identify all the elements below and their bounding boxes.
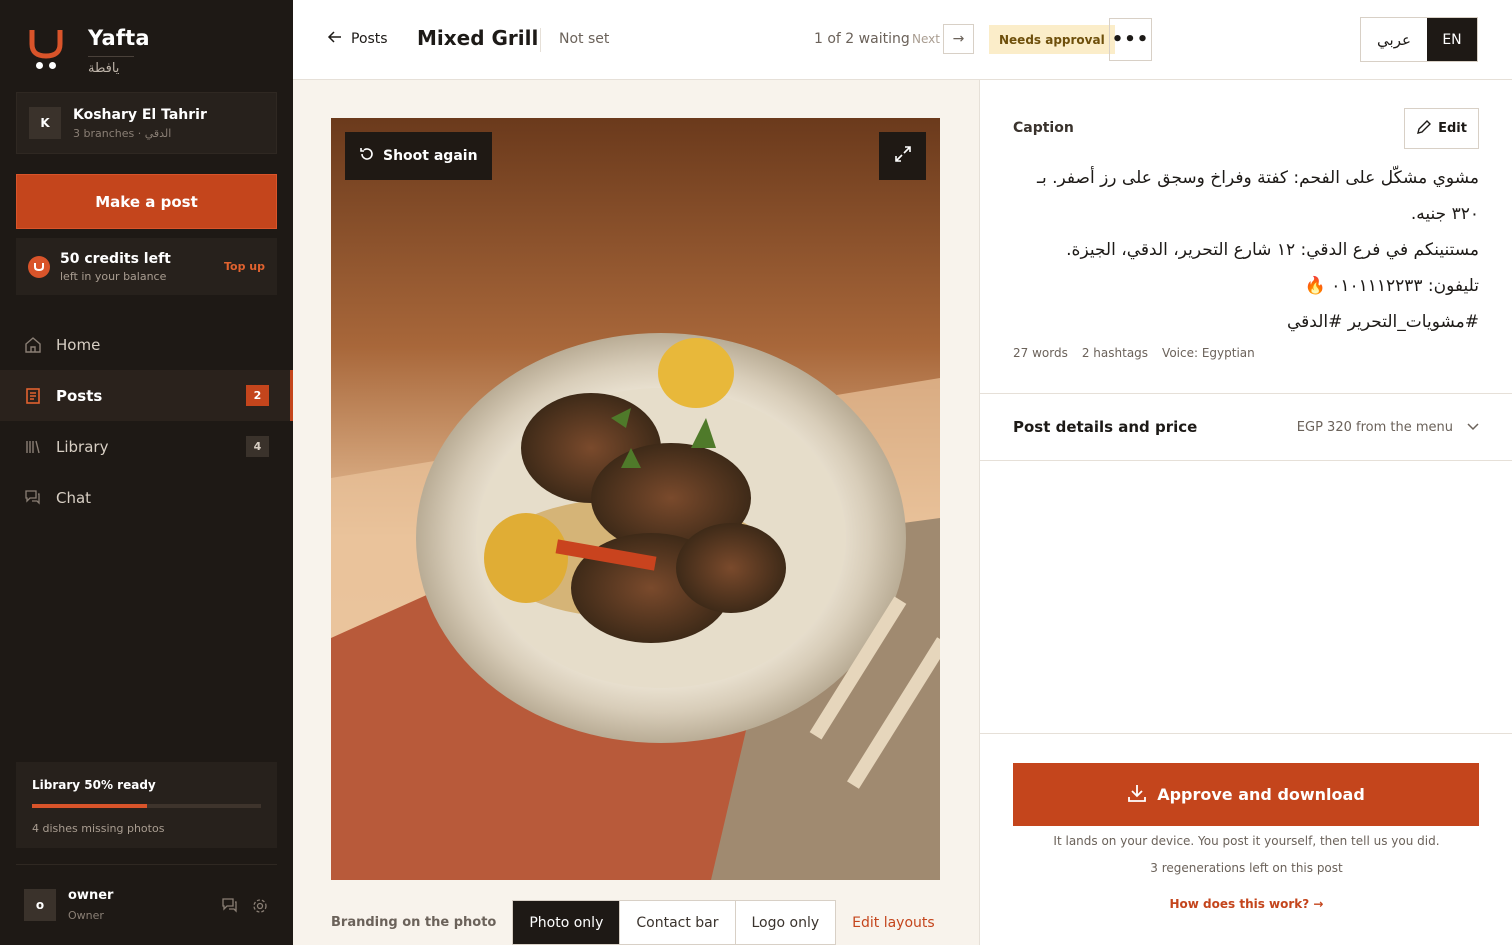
arrow-left-icon (327, 30, 343, 48)
account-switcher[interactable]: K Koshary El Tahrir 3 branches · الدقي (16, 92, 277, 154)
credits-subtitle: left in your balance (60, 269, 167, 283)
brand[interactable]: Yafta يافطة (26, 26, 150, 76)
sidebar-item-label: Home (56, 335, 101, 354)
post-status: Not set (559, 31, 610, 47)
posts-count-badge: 2 (246, 385, 269, 406)
edit-layouts-link[interactable]: Edit layouts (852, 915, 935, 931)
shoot-again-button[interactable]: Shoot again (345, 132, 492, 180)
caption-heading: Caption (1013, 120, 1074, 136)
posts-icon (24, 387, 42, 405)
make-post-button[interactable]: Make a post (16, 174, 277, 229)
branding-option-photo-only[interactable]: Photo only (513, 901, 621, 944)
details-title: Post details and price (1013, 418, 1198, 436)
settings-gear-icon[interactable] (251, 897, 269, 919)
library-status-subtitle: 4 dishes missing photos (32, 822, 165, 835)
library-progress-bar (32, 804, 261, 808)
branding-segmented-control: Photo only Contact bar Logo only (512, 900, 837, 945)
credits-title: 50 credits left (60, 250, 171, 267)
branding-label: Branding on the photo (331, 915, 497, 930)
sidebar-item-label: Library (56, 437, 109, 456)
back-to-posts-link[interactable]: Posts (327, 30, 388, 48)
hashtag-count: 2 hashtags (1081, 346, 1149, 360)
branding-option-contact-bar[interactable]: Contact bar (620, 901, 736, 944)
home-icon (24, 336, 42, 354)
chat-icon (24, 489, 42, 507)
sidebar-item-label: Posts (56, 386, 103, 405)
approve-label: Approve and download (1157, 785, 1365, 804)
needs-approval-badge: Needs approval (989, 25, 1115, 54)
brand-name-ar: يافطة (88, 56, 134, 76)
approve-and-download-button[interactable]: Approve and download (1013, 763, 1479, 826)
credits-card: 50 credits left left in your balance Top… (16, 238, 277, 295)
approve-footer: Approve and download It lands on your de… (980, 733, 1512, 945)
rotate-icon (359, 146, 375, 166)
account-name: Koshary El Tahrir (73, 106, 207, 123)
expand-photo-button[interactable] (879, 132, 926, 180)
page-title: Mixed Grill (417, 26, 539, 50)
credits-icon (28, 255, 50, 278)
user-name: owner (68, 888, 114, 903)
next-label: Next (912, 32, 940, 46)
library-status-title: Library 50% ready (32, 778, 156, 792)
divider (540, 28, 541, 52)
edit-caption-button[interactable]: Edit (1404, 108, 1479, 149)
mixed-grill-photo (331, 118, 940, 880)
more-options-button[interactable]: ••• (1109, 18, 1152, 61)
regenerations-left: 3 regenerations left on this post (1150, 861, 1343, 875)
sidebar-nav: Home Posts 2 Library 4 Chat (0, 319, 293, 523)
post-details-accordion[interactable]: Post details and price EGP 320 from the … (980, 393, 1512, 461)
next-button[interactable]: → (943, 24, 974, 54)
shoot-again-label: Shoot again (383, 148, 478, 164)
sidebar-item-home[interactable]: Home (0, 319, 293, 370)
branding-option-logo-only[interactable]: Logo only (735, 901, 836, 944)
download-icon (1127, 783, 1147, 807)
photo-panel: Shoot again Branding on the photo Photo … (293, 80, 979, 945)
caption-line: مشوي مشكّل على الفحم: كفتة وفراخ وسجق عل… (1037, 168, 1479, 224)
brand-name: Yafta (88, 26, 150, 50)
how-it-works-link[interactable]: How does this work? → (980, 897, 1512, 911)
messages-icon[interactable] (221, 897, 239, 919)
voice-label: Voice: Egyptian (1162, 346, 1255, 360)
caption-text[interactable]: مشوي مشكّل على الفحم: كفتة وفراخ وسجق عل… (1013, 160, 1479, 340)
details-price: EGP 320 from the menu (1296, 420, 1453, 435)
sidebar: Yafta يافطة K Koshary El Tahrir 3 branch… (0, 0, 293, 945)
lang-arabic-button[interactable]: عربي (1361, 18, 1427, 61)
yafta-logo (29, 30, 63, 69)
sidebar-item-chat[interactable]: Chat (0, 472, 293, 523)
edit-label: Edit (1438, 121, 1467, 136)
waiting-counter: 1 of 2 waiting (814, 31, 910, 47)
account-subtitle: 3 branches · الدقي (73, 126, 172, 140)
arrow-right-icon: → (952, 31, 965, 47)
lang-english-button[interactable]: EN (1427, 18, 1477, 61)
download-note: It lands on your device. You post it you… (1053, 834, 1440, 848)
library-count-badge: 4 (246, 436, 269, 457)
top-up-link[interactable]: Top up (224, 260, 265, 273)
language-toggle: عربي EN (1360, 17, 1478, 62)
caption-meta: 27 words 2 hashtags Voice: Egyptian (1013, 346, 1255, 360)
library-status-card[interactable]: Library 50% ready 4 dishes missing photo… (16, 762, 277, 848)
caption-panel: Caption Edit مشوي مشكّل على الفحم: كفتة … (979, 80, 1512, 945)
user-card: o owner Owner (16, 864, 277, 945)
dish-photo: Shoot again (331, 118, 940, 880)
sidebar-item-library[interactable]: Library 4 (0, 421, 293, 472)
chevron-down-icon (1467, 420, 1479, 434)
pencil-icon (1416, 119, 1432, 139)
user-role: Owner (68, 909, 104, 922)
word-count: 27 words (1013, 346, 1068, 360)
library-icon (24, 438, 42, 456)
branding-controls: Branding on the photo Photo only Contact… (331, 900, 935, 945)
caption-line: تليفون: ٠١٠١١١٢٢٣٣ 🔥 (1304, 276, 1479, 296)
caption-line: مستنينكم في فرع الدقي: ١٢ شارع التحرير، … (1066, 240, 1479, 260)
back-label: Posts (351, 31, 388, 47)
sidebar-item-label: Chat (56, 488, 92, 507)
expand-icon (894, 145, 912, 167)
caption-line: #مشويات_التحرير #الدقي (1287, 312, 1479, 332)
account-avatar: K (29, 107, 61, 139)
sidebar-item-posts[interactable]: Posts 2 (0, 370, 293, 421)
top-bar: Posts Mixed Grill Not set 1 of 2 waiting… (293, 0, 1512, 80)
library-progress-fill (32, 804, 147, 808)
user-avatar[interactable]: o (24, 889, 56, 921)
